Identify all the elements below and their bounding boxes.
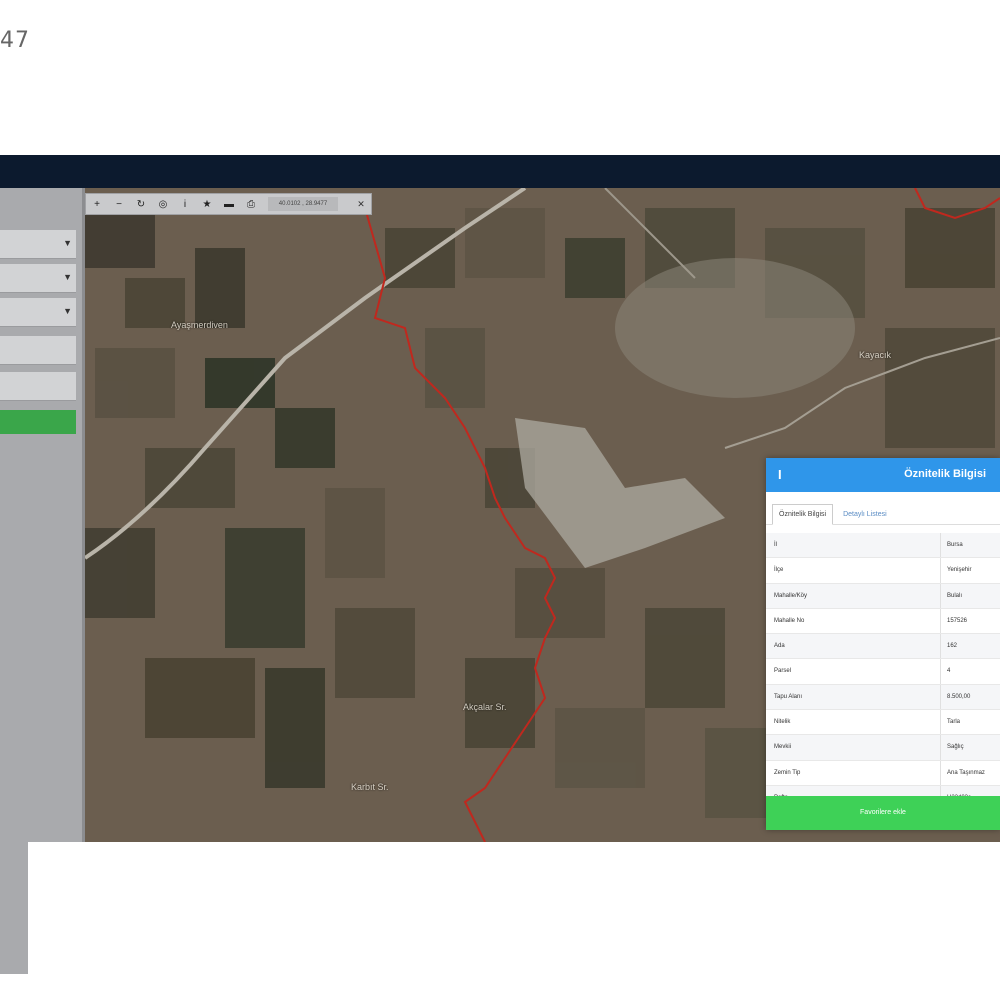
row-key: Parsel (766, 659, 941, 684)
table-row: Mevkii Sağlıç (766, 735, 1000, 761)
refresh-icon: ↻ (136, 198, 146, 210)
panel-tabs: Öznitelik Bilgisi Detaylı Listesi (766, 492, 1000, 525)
close-icon: ✕ (357, 198, 365, 209)
zoom-in-button[interactable]: + (86, 194, 108, 214)
row-key: Zemin Tip (766, 760, 941, 785)
zoom-out-icon: − (116, 198, 122, 210)
refresh-button[interactable]: ↻ (130, 194, 152, 214)
row-value: 4 (947, 668, 951, 675)
table-row: Parsel 4 (766, 659, 1000, 685)
zoom-in-icon: + (94, 198, 100, 210)
table-row: Mahalle/Köy Bulalı (766, 583, 1000, 609)
attribute-table: İl Bursa İlçe Yenişehir Mahalle/Köy Bulalı … (766, 533, 1000, 812)
row-key: Ada (766, 634, 941, 659)
table-row: Zemin Tip Ana Taşınmaz (766, 760, 1000, 786)
sidebar-stub (0, 833, 28, 974)
district-select[interactable]: ▼ (0, 264, 76, 293)
panel-title: Öznitelik Bilgisi (904, 468, 986, 480)
map-label: Ayaşmerdiven (171, 320, 228, 330)
row-value: Ana Taşınmaz (947, 769, 985, 776)
row-value: Bulalı (947, 592, 963, 599)
row-key: Mahalle/Köy (766, 583, 941, 608)
star-icon: ★ (202, 198, 212, 210)
table-row: Nitelik Tarla (766, 710, 1000, 736)
row-key: İl (766, 533, 941, 558)
table-row: Mahalle No 157526 (766, 608, 1000, 635)
row-key: İlçe (766, 558, 941, 583)
toolbar-close-button[interactable]: ✕ (351, 194, 371, 214)
corner-number: 47 (0, 28, 30, 53)
table-row: İlçe Yenişehir (766, 558, 1000, 584)
print-button[interactable]: ⎙ (240, 194, 262, 214)
print-icon: ⎙ (247, 198, 255, 210)
tab-detailed-list[interactable]: Detaylı Listesi (837, 505, 893, 524)
table-row: İl Bursa (766, 533, 1000, 559)
measure-button[interactable]: ▬ (218, 194, 240, 214)
chevron-down-icon: ▼ (63, 306, 72, 316)
map-toolbar: + − ↻ ◎ i ★ ▬ ⎙ 40.0102 , 28.9477 ✕ (85, 193, 372, 215)
parcel-input[interactable] (0, 372, 76, 401)
row-value: Tarla (947, 719, 961, 726)
row-value: 8.500,00 (947, 693, 971, 700)
row-value: 162 (947, 643, 958, 650)
info-icon: i (183, 198, 187, 210)
measure-icon: ▬ (224, 198, 234, 210)
table-row: Tapu Alanı 8.500,00 (766, 684, 1000, 711)
row-value: Bursa (947, 542, 963, 548)
map-label: Kayacık (859, 350, 892, 360)
favorite-button[interactable]: ★ (196, 194, 218, 214)
add-to-favorites-button[interactable]: Favorilere ekle (766, 796, 1000, 830)
chevron-down-icon: ▼ (63, 272, 72, 282)
search-button[interactable] (0, 410, 76, 434)
left-sidebar: ▼ ▼ ▼ (0, 188, 85, 842)
info-icon: I (778, 467, 782, 482)
neighborhood-select[interactable]: ▼ (0, 298, 76, 327)
chevron-down-icon: ▼ (63, 238, 72, 248)
row-key: Tapu Alanı (766, 684, 941, 710)
zoom-out-button[interactable]: − (108, 194, 130, 214)
panel-header: I Öznitelik Bilgisi (766, 458, 1000, 492)
tab-attribute-info[interactable]: Öznitelik Bilgisi (772, 504, 834, 525)
row-value: Sağlıç (947, 744, 964, 751)
coordinate-readout: 40.0102 , 28.9477 (268, 197, 338, 211)
locate-icon: ◎ (158, 198, 168, 210)
row-key: Nitelik (766, 710, 941, 735)
attribute-info-panel: I Öznitelik Bilgisi Öznitelik Bilgisi De… (766, 458, 1000, 830)
app-top-bar (0, 155, 1000, 188)
row-value: Yenişehir (947, 567, 972, 574)
row-value: 157526 (947, 617, 968, 624)
province-select[interactable]: ▼ (0, 230, 76, 259)
map-label: Akçalar Sr. (463, 702, 507, 712)
locate-button[interactable]: ◎ (152, 194, 174, 214)
block-input[interactable] (0, 336, 76, 365)
row-key: Mevkii (766, 735, 941, 760)
table-row: Ada 162 (766, 634, 1000, 660)
map-label: Karbıt Sr. (351, 782, 389, 792)
row-key: Mahalle No (766, 608, 941, 634)
info-button[interactable]: i (174, 194, 196, 214)
